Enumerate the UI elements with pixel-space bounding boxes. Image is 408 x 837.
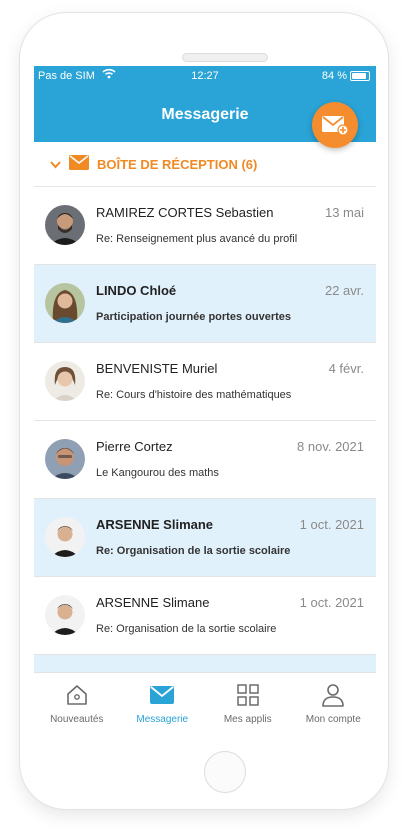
inbox-folder-toggle[interactable]: BOÎTE DE RÉCEPTION (6) [34, 142, 376, 187]
message-date: 13 mai [324, 205, 364, 220]
avatar [45, 517, 85, 557]
status-bar: Pas de SIM 12:27 84 % [34, 66, 376, 86]
avatar [45, 283, 85, 323]
battery-status: 84 % [322, 70, 370, 82]
avatar [45, 595, 85, 635]
tab-label: Messagerie [136, 714, 189, 725]
tab-label: Nouveautés [50, 714, 104, 725]
message-date: 8 nov. 2021 [297, 439, 364, 454]
compose-mail-icon [322, 116, 349, 136]
app-screen: Pas de SIM 12:27 84 % Messagerie BOÎTE D… [34, 66, 376, 738]
avatar [45, 361, 85, 401]
message-date: 1 oct. 2021 [299, 517, 364, 532]
message-subject: Re: Organisation de la sortie scolaire [96, 623, 277, 635]
message-row[interactable]: Pierre Cortez 8 nov. 2021 Le Kangourou d… [34, 421, 376, 499]
tab-label: Mon compte [305, 714, 361, 725]
avatar [45, 205, 85, 245]
envelope-icon [69, 155, 89, 173]
battery-percent: 84 % [321, 70, 347, 82]
message-row[interactable]: BENVENISTE Muriel 4 févr. Re: Cours d'hi… [34, 343, 376, 421]
tab-mes-applis[interactable]: Mes applis [205, 673, 291, 738]
message-subject: Re: Cours d'histoire des mathématiques [96, 389, 292, 401]
avatar [45, 439, 85, 479]
home-icon [65, 682, 89, 708]
inbox-label: BOÎTE DE RÉCEPTION (6) [97, 156, 258, 172]
message-sender: Pierre Cortez [96, 439, 173, 454]
message-subject: Re: Renseignement plus avancé du profil [96, 233, 298, 245]
message-sender: BENVENISTE Muriel [96, 361, 218, 376]
message-row[interactable]: LINDO Chloé 22 avr. Participation journé… [34, 265, 376, 343]
message-row[interactable]: ARSENNE Slimane 1 oct. 2021 Re: Organisa… [34, 499, 376, 577]
message-row[interactable]: ARSENNE Slimane 1 oct. 2021 Re: Organisa… [34, 577, 376, 655]
message-subject: Le Kangourou des maths [96, 467, 219, 479]
tab-label: Mes applis [223, 714, 272, 725]
message-sender: LINDO Chloé [96, 283, 177, 298]
home-button[interactable] [204, 751, 246, 793]
compose-message-button[interactable] [312, 102, 358, 148]
message-date: 4 févr. [328, 361, 364, 376]
message-sender: ARSENNE Slimane [96, 595, 210, 610]
message-sender: RAMIREZ CORTES Sebastien [96, 205, 274, 220]
message-subject: Participation journée portes ouvertes [96, 311, 291, 323]
chevron-down-icon [50, 157, 61, 172]
tab-mon-compte[interactable]: Mon compte [291, 673, 377, 738]
bottom-tab-bar: Nouveautés Messagerie Mes applis Mon com… [34, 672, 376, 738]
message-subject: Re: Organisation de la sortie scolaire [96, 545, 291, 557]
phone-speaker [182, 53, 268, 62]
battery-icon [350, 71, 370, 81]
message-date: 1 oct. 2021 [299, 595, 364, 610]
apps-grid-icon [236, 682, 260, 708]
message-sender: ARSENNE Slimane [96, 517, 214, 532]
message-list: RAMIREZ CORTES Sebastien 13 mai Re: Rens… [34, 187, 376, 733]
mail-icon [150, 682, 175, 708]
message-date: 22 avr. [324, 283, 364, 298]
tab-nouveautes[interactable]: Nouveautés [34, 673, 120, 738]
message-row[interactable]: RAMIREZ CORTES Sebastien 13 mai Re: Rens… [34, 187, 376, 265]
tab-messagerie[interactable]: Messagerie [120, 673, 206, 738]
user-icon [321, 682, 345, 708]
